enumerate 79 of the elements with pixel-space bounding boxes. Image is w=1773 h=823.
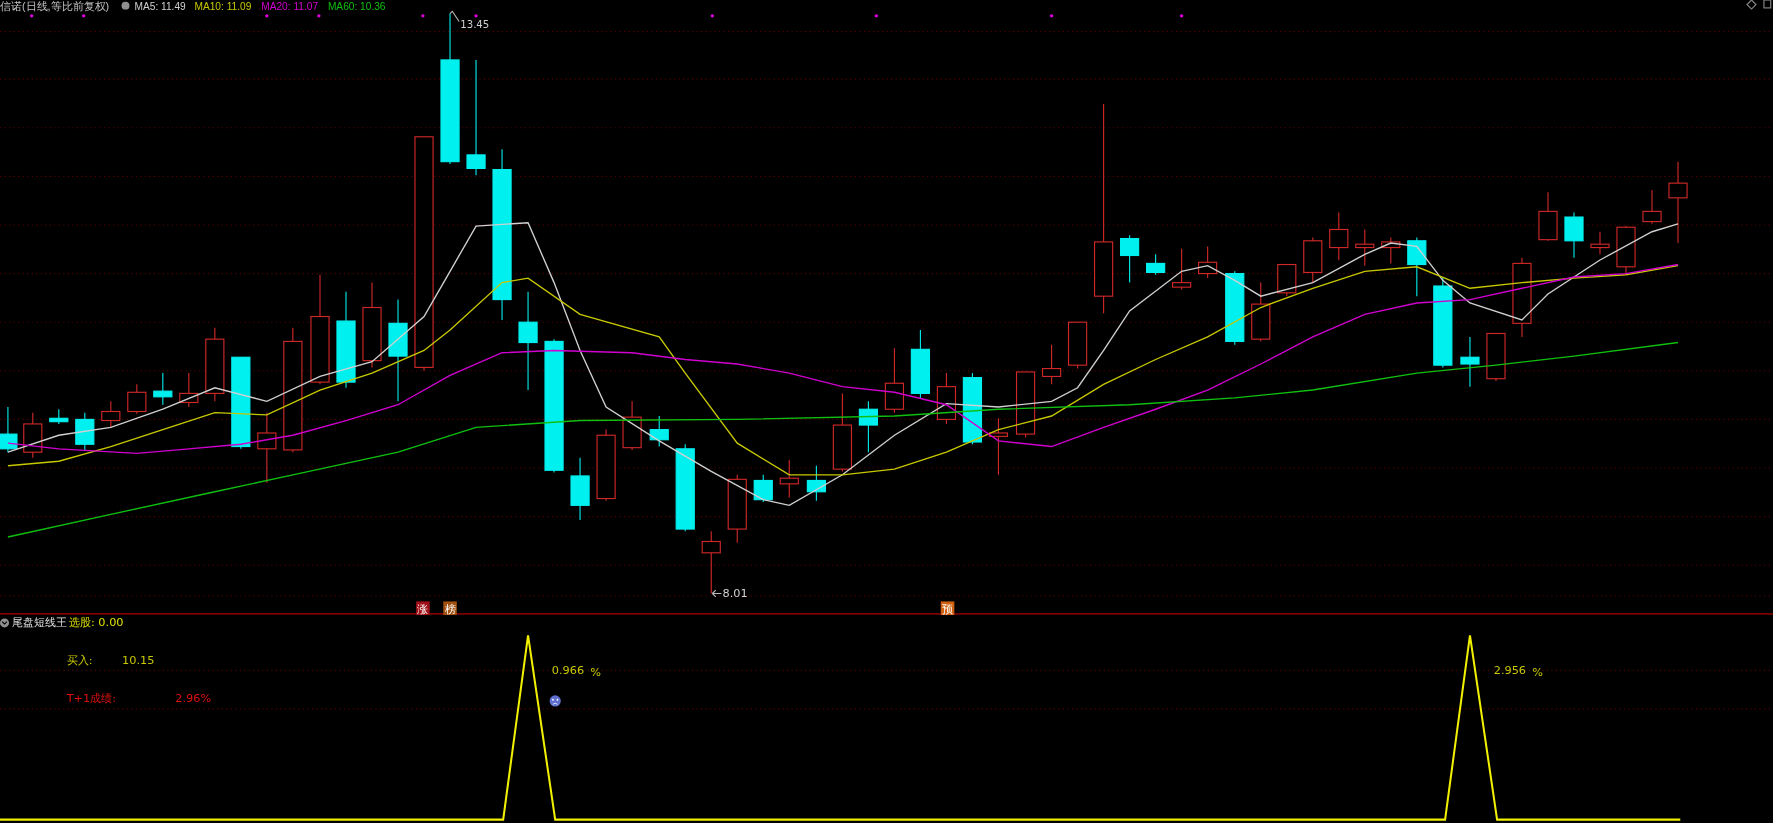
- arrow-icon: [711, 589, 722, 598]
- high-price-label: 13.45: [460, 19, 490, 31]
- candlestick: [1355, 228, 1375, 267]
- marker-dot: [874, 14, 878, 18]
- candlestick: [1381, 236, 1401, 264]
- candlestick: [858, 400, 878, 453]
- settings-icon[interactable]: [121, 1, 130, 10]
- candlestick: [23, 412, 43, 459]
- candlestick: [75, 412, 95, 451]
- candlestick: [1590, 231, 1610, 255]
- candlestick: [1251, 282, 1271, 342]
- percent-sign: %: [1532, 666, 1543, 680]
- candlestick: [127, 383, 147, 415]
- candlestick: [1460, 336, 1480, 388]
- candlestick: [1015, 371, 1036, 439]
- candlestick: [1120, 234, 1140, 284]
- indicator-value: 选股: 0.00: [69, 616, 124, 630]
- candlestick: [1616, 225, 1636, 276]
- marker-dot: [710, 14, 715, 18]
- candlestick: [1277, 263, 1297, 297]
- candlestick: [1172, 248, 1192, 290]
- collapse-icon[interactable]: [0, 618, 10, 628]
- candlestick: [1642, 189, 1662, 225]
- candlestick: [988, 417, 1009, 476]
- moving-average-label: MA20: 11.07: [261, 0, 319, 12]
- candlestick: [622, 400, 642, 451]
- marker-dot: [82, 14, 86, 18]
- marker-dot: [421, 14, 425, 18]
- signal-value: 2.956: [1493, 663, 1527, 677]
- candlestick: [0, 406, 18, 453]
- candlestick: [727, 474, 747, 544]
- stat-label: 买入:: [66, 653, 93, 667]
- marker-dot: [474, 14, 478, 18]
- candlestick: [1041, 344, 1062, 385]
- candlestick: [179, 372, 199, 408]
- low-price-label: 8.01: [722, 586, 748, 600]
- candlestick: [1303, 236, 1323, 284]
- moving-average-label: MA5: 11.49: [134, 0, 186, 12]
- window-icon[interactable]: [1763, 0, 1772, 9]
- badge-text: 榜: [444, 602, 456, 616]
- marker-dot: [29, 14, 34, 18]
- marker-dot: [1049, 14, 1054, 18]
- stat-value: 10.15: [122, 653, 155, 667]
- candlestick: [910, 329, 931, 399]
- candlestick: [936, 372, 957, 425]
- candlestick: [1407, 236, 1427, 297]
- marker-dot: [317, 14, 321, 18]
- badge-text: 涨: [417, 602, 429, 616]
- candlestick: [1198, 245, 1218, 279]
- candlestick: [257, 412, 277, 484]
- stat-value: 2.96%: [175, 692, 212, 706]
- candlestick: [779, 459, 799, 498]
- candlestick: [753, 474, 773, 503]
- percent-sign: %: [590, 666, 601, 680]
- moving-average-label: MA60: 10.36: [327, 0, 386, 12]
- marker-dot: [265, 14, 269, 18]
- diamond-icon[interactable]: [1746, 0, 1757, 10]
- candlestick: [1329, 211, 1349, 261]
- candlestick: [49, 408, 69, 425]
- candlestick: [649, 415, 669, 448]
- candlestick: [570, 457, 590, 521]
- candlestick: [153, 372, 173, 406]
- indicator-name: 尾盘短线王: [12, 616, 68, 630]
- candlestick: [1146, 253, 1166, 276]
- stat-label: T+1成绩:: [66, 692, 117, 706]
- moving-average-label: MA10: 11.09: [194, 0, 252, 12]
- candlestick: [1564, 211, 1584, 259]
- candlestick: [1068, 321, 1088, 370]
- candlestick: [101, 400, 121, 428]
- candlestick: [701, 530, 721, 595]
- candlestick: [806, 465, 826, 502]
- candlestick: [884, 347, 905, 414]
- marker-dot: [1179, 14, 1184, 18]
- chart-title: 信诺(日线,等比前复权): [0, 0, 110, 13]
- candlestick: [1538, 191, 1558, 242]
- candlestick: [1486, 332, 1506, 382]
- badge-text: 预: [942, 602, 954, 616]
- leader-line: [449, 10, 460, 23]
- signal-value: 0.966: [551, 663, 585, 677]
